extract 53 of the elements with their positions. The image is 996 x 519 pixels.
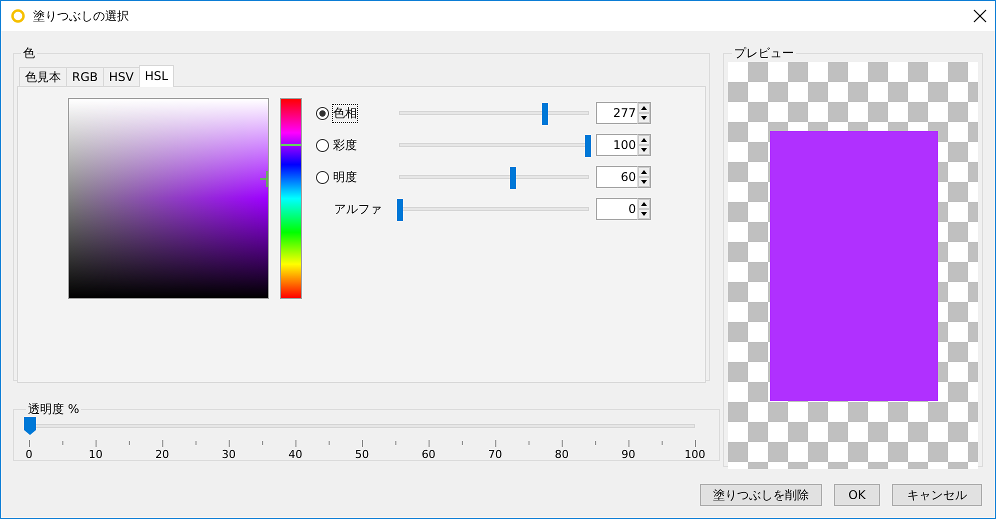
down-arrow-icon[interactable] (638, 113, 650, 123)
radio-label[interactable]: 明度 (333, 168, 357, 186)
down-arrow-icon[interactable] (638, 145, 650, 155)
app-icon (11, 9, 25, 23)
hue-marker[interactable] (281, 144, 301, 146)
down-arrow-icon[interactable] (638, 177, 650, 187)
tick-label: 0 (24, 448, 34, 461)
slider[interactable] (396, 102, 592, 124)
slider-thumb[interactable] (585, 135, 591, 157)
window-title: 塗りつぶしの選択 (33, 8, 130, 24)
spin-box[interactable]: 0 (596, 198, 637, 220)
dialog-button[interactable]: OK (834, 484, 880, 506)
radio-label[interactable]: 色相 (333, 104, 357, 122)
dialog-button[interactable]: キャンセル (892, 484, 982, 506)
up-arrow-icon[interactable] (638, 199, 650, 209)
tick-label: 90 (620, 448, 636, 461)
down-arrow-icon[interactable] (638, 209, 650, 219)
spin-box[interactable]: 277 (596, 102, 637, 124)
up-arrow-icon[interactable] (638, 167, 650, 177)
dialog-button[interactable]: 塗りつぶしを削除 (700, 484, 822, 506)
tick-label: 80 (554, 448, 570, 461)
tick-label: 30 (220, 448, 237, 461)
group-label: プレビュー (733, 45, 795, 62)
close-icon[interactable] (973, 9, 987, 23)
tick-label: 10 (88, 448, 104, 461)
slider-thumb[interactable] (397, 199, 403, 221)
tick-label: 20 (154, 448, 170, 461)
radio-button[interactable] (316, 106, 329, 120)
group-label: 透明度 % (27, 401, 80, 418)
tick-label: 40 (287, 448, 304, 461)
slider[interactable] (396, 198, 592, 220)
group-label: 色 (22, 45, 36, 62)
slider[interactable] (396, 166, 592, 188)
spin-box[interactable]: 60 (596, 166, 637, 188)
radio-button[interactable] (316, 170, 329, 184)
tab[interactable]: HSL (138, 65, 174, 87)
tab[interactable]: 色見本 (19, 67, 67, 86)
tick-label: 100 (683, 448, 706, 461)
tick-label: 60 (420, 448, 437, 461)
hue-bar[interactable] (280, 98, 302, 299)
tick-label: 70 (487, 448, 504, 461)
spin-box[interactable]: 100 (596, 134, 637, 156)
slider-thumb[interactable] (510, 167, 516, 189)
radio-label[interactable]: 彩度 (333, 136, 357, 154)
slider-thumb[interactable] (542, 103, 548, 125)
slider-label: アルファ (334, 200, 382, 218)
radio-button[interactable] (316, 138, 329, 152)
color-field[interactable] (68, 98, 269, 299)
tick-label: 50 (354, 448, 370, 461)
slider-thumb[interactable] (24, 417, 36, 435)
up-arrow-icon[interactable] (638, 103, 650, 113)
slider[interactable] (396, 134, 592, 156)
up-arrow-icon[interactable] (638, 135, 650, 145)
